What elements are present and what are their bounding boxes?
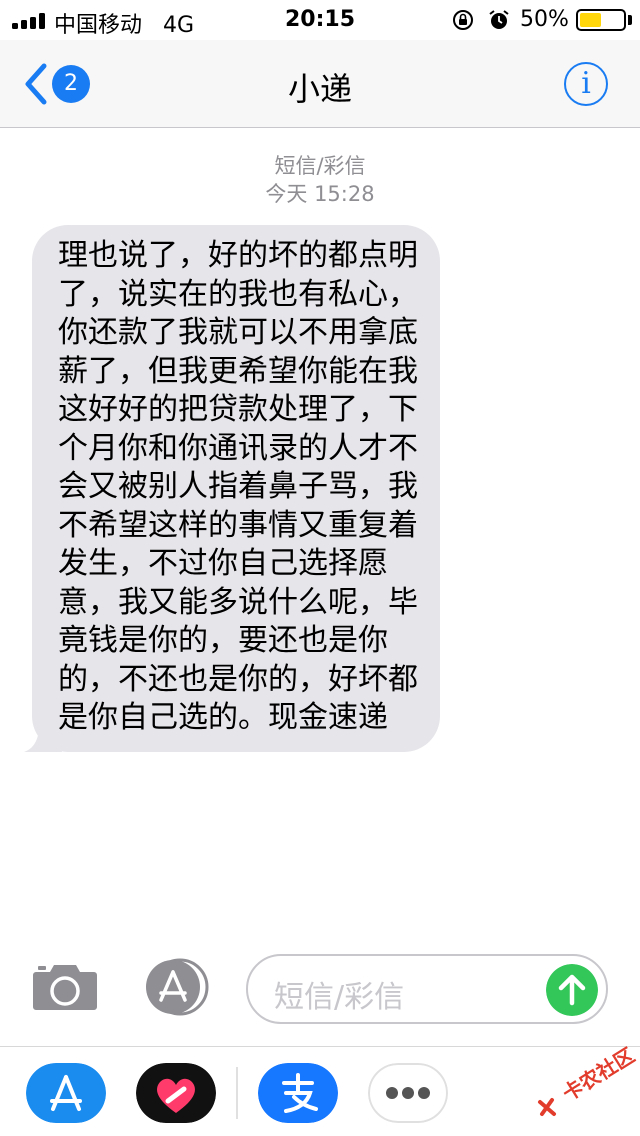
app-store-icon[interactable] bbox=[140, 958, 212, 1016]
alipay-icon[interactable] bbox=[258, 1063, 338, 1123]
send-arrow-icon[interactable] bbox=[546, 964, 598, 1016]
info-button[interactable]: i bbox=[564, 62, 608, 106]
battery-percent: 50% bbox=[520, 7, 569, 32]
battery-icon bbox=[576, 9, 626, 31]
contact-name[interactable]: 小递 bbox=[0, 64, 640, 110]
status-bar: 中国移动 4G 20:15 50% bbox=[0, 0, 640, 40]
message-type-label: 短信/彩信 bbox=[274, 154, 366, 178]
alarm-icon bbox=[489, 10, 509, 29]
conversation-header: 短信/彩信 今天 15:28 bbox=[0, 152, 640, 208]
message-placeholder: 短信/彩信 bbox=[274, 980, 405, 1015]
message-input[interactable]: 短信/彩信 bbox=[246, 954, 608, 1024]
incoming-message-bubble[interactable]: 理也说了，好的坏的都点明了，说实在的我也有私心，你还款了我就可以不用拿底薪了，但… bbox=[32, 225, 440, 752]
app-store-icon[interactable] bbox=[26, 1063, 106, 1123]
nav-bar: 2 小递 i bbox=[0, 40, 640, 128]
digital-touch-heart-icon[interactable] bbox=[136, 1063, 216, 1123]
camera-icon[interactable] bbox=[32, 962, 98, 1012]
message-timestamp: 今天 15:28 bbox=[265, 182, 375, 206]
message-text: 理也说了，好的坏的都点明了，说实在的我也有私心，你还款了我就可以不用拿底薪了，但… bbox=[58, 238, 418, 735]
orientation-lock-icon bbox=[453, 10, 473, 30]
message-row: 理也说了，好的坏的都点明了，说实在的我也有私心，你还款了我就可以不用拿底薪了，但… bbox=[22, 225, 440, 752]
drawer-divider bbox=[236, 1067, 238, 1119]
battery-fill bbox=[580, 13, 601, 27]
more-icon[interactable] bbox=[368, 1063, 448, 1123]
battery-nub bbox=[628, 15, 632, 25]
